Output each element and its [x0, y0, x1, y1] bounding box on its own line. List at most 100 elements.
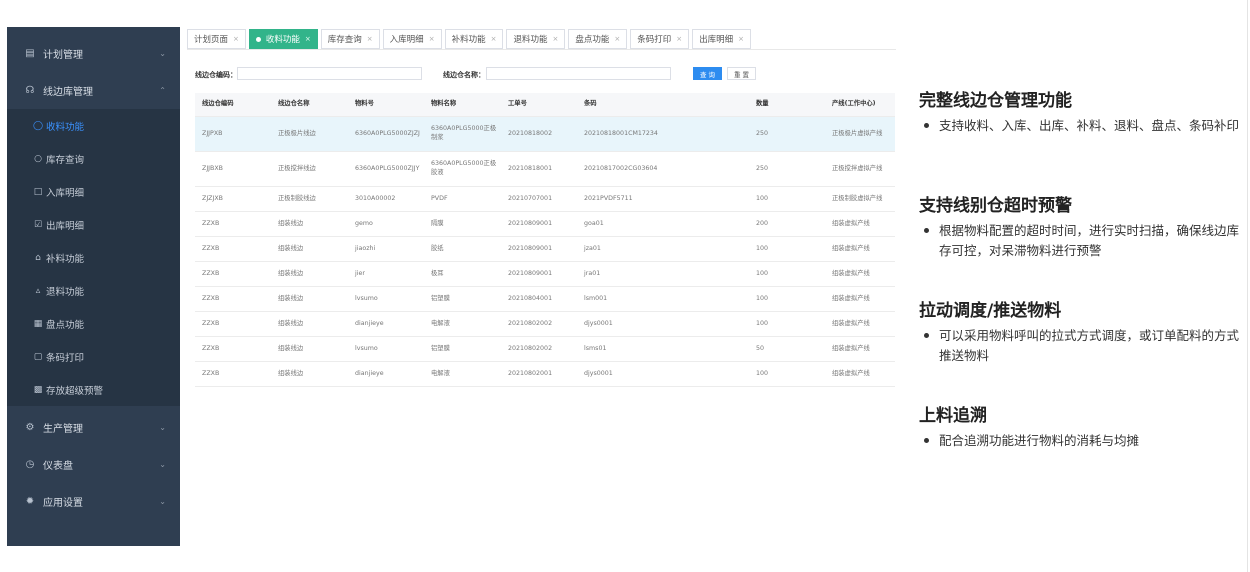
table-cell: ZZXB — [202, 319, 220, 327]
close-icon[interactable]: × — [738, 35, 744, 43]
tab-inventory[interactable]: 盘点功能 × — [568, 29, 628, 49]
sidebar-menu-lineside[interactable]: ☊ 线边库管理 ⌃ — [7, 72, 180, 108]
sidebar-item-replenish[interactable]: ⌂ 补料功能 — [7, 241, 180, 274]
bullet-dot-icon — [924, 438, 929, 443]
sidebar-menu-dashboard[interactable]: ◷ 仪表盘 ⌄ — [7, 446, 180, 482]
table-cell: goa01 — [584, 219, 604, 227]
sidebar-menu-label: 应用设置 — [43, 497, 83, 509]
chevron-down-icon: ⌄ — [159, 422, 166, 432]
name-filter-label: 线边仓名称： — [443, 71, 485, 79]
tab-receive[interactable]: 收料功能 × — [248, 29, 318, 49]
table-row[interactable]: ZJZJXB 正极制胶线边 3010A00002 PVDF 20210707001 202… — [195, 187, 895, 212]
tab-divider — [187, 49, 896, 50]
tab-plan[interactable]: 计划页面 × — [187, 29, 246, 49]
table-row[interactable]: ZZXB 组装线边 lvsumo 铝塑膜 20210804001 lsm001 100 组装虚… — [195, 287, 895, 312]
table-cell: 极耳 — [431, 269, 444, 277]
table-row[interactable]: ZZXB 组装线边 dianjieye 电解液 20210802002 djys0001 1… — [195, 312, 895, 337]
checkbox-icon: ☑ — [33, 219, 43, 230]
page-border-line — [1247, 0, 1248, 572]
sidebar-menu-plan[interactable]: ▤ 计划管理 ⌄ — [7, 35, 180, 71]
tab-replenish[interactable]: 补料功能 × — [444, 29, 504, 49]
table-cell: 组装线边 — [278, 244, 304, 252]
column-header: 物料名称 — [431, 100, 457, 108]
table-cell: 200 — [756, 219, 769, 227]
table-cell: 20210809001 — [508, 219, 553, 227]
close-icon[interactable]: × — [552, 35, 558, 43]
table-cell: 组装虚拟产线 — [832, 369, 870, 377]
sidebar-item-inbound[interactable]: □ 入库明细 — [7, 175, 180, 208]
code-filter-input[interactable] — [237, 67, 422, 80]
table-row[interactable]: ZJJBXB 正极搅拌线边 6360A0PLG5000ZJJY 6360A0PLG50… — [195, 152, 895, 187]
feature-title: 上料追溯 — [919, 406, 987, 426]
table-cell: ZJJPXB — [202, 129, 223, 137]
message-icon: ▢ — [33, 351, 43, 362]
table-cell: 20210707001 — [508, 194, 553, 202]
table-cell: 100 — [756, 294, 769, 302]
close-icon[interactable]: × — [233, 35, 239, 43]
close-icon[interactable]: × — [676, 35, 682, 43]
feature-bullet: 根据物料配置的超时时间，进行实时扫描，确保线边库存可控，对呆滞物料进行预警 — [924, 221, 1240, 261]
sidebar-item-stock[interactable]: ○ 库存查询 — [7, 142, 180, 175]
sidebar-item-barcode[interactable]: ▢ 条码打印 — [7, 340, 180, 373]
reset-button[interactable]: 重 置 — [727, 67, 756, 80]
table-cell: 20210818001 — [508, 164, 553, 172]
table-cell: 20210809001 — [508, 269, 553, 277]
table-body: ZJJPXB 正极极片线边 6360A0PLG5000ZJZJ 6360A0PLG50… — [195, 117, 895, 387]
home-icon: ⌂ — [35, 252, 41, 263]
sidebar-item-label: 库存查询 — [46, 154, 85, 166]
close-icon[interactable]: × — [614, 35, 620, 43]
table-cell: 组装线边 — [278, 269, 304, 277]
gauge-icon: ◷ — [25, 458, 35, 470]
table-cell: 100 — [756, 319, 769, 327]
table-row[interactable]: ZZXB 组装线边 jier 极耳 20210809001 jra01 100 组装虚拟产线 — [195, 262, 895, 287]
tab-inbound[interactable]: 入库明细 × — [382, 29, 442, 49]
sidebar-item-receive[interactable]: ◯ 收料功能 — [7, 109, 180, 142]
table-cell: 20210818001CM17234 — [584, 129, 658, 137]
table-cell: lsm001 — [584, 294, 608, 302]
close-icon[interactable]: × — [305, 35, 311, 43]
receive-icon: ◯ — [33, 120, 44, 131]
tab-barcode[interactable]: 条码打印 × — [630, 29, 690, 49]
table-row[interactable]: ZZXB 组装线边 gemo 隔膜 20210809001 goa01 200 组装虚拟产线 — [195, 212, 895, 237]
sidebar-item-outbound[interactable]: ☑ 出库明细 — [7, 208, 180, 241]
tab-return[interactable]: 退料功能 × — [506, 29, 566, 49]
column-header: 线边仓编码 — [202, 100, 234, 108]
table-row[interactable]: ZJJPXB 正极极片线边 6360A0PLG5000ZJZJ 6360A0PLG50… — [195, 117, 895, 152]
sidebar-menu-label: 线边库管理 — [43, 86, 93, 98]
tab-stock[interactable]: 库存查询 × — [320, 29, 380, 49]
table-cell: 250 — [756, 164, 769, 172]
tab-outbound[interactable]: 出库明细 × — [692, 29, 752, 49]
sidebar-item-return[interactable]: ▵ 退料功能 — [7, 274, 180, 307]
query-button[interactable]: 查 询 — [693, 67, 722, 80]
close-icon[interactable]: × — [429, 35, 435, 43]
sidebar-item-label: 补料功能 — [46, 253, 85, 265]
tab-label: 入库明细 — [389, 35, 424, 45]
bullet-dot-icon — [924, 333, 929, 338]
sidebar-item-label: 条码打印 — [46, 352, 85, 364]
table-row[interactable]: ZZXB 组装线边 dianjieye 电解液 20210802001 djys0001 1… — [195, 362, 895, 387]
sidebar-item-inventory[interactable]: ▦ 盘点功能 — [7, 307, 180, 340]
table-cell: 隔膜 — [431, 219, 444, 227]
name-filter-input[interactable] — [486, 67, 671, 80]
feature-text: 可以采用物料呼叫的拉式方式调度，或订单配料的方式推送物料 — [939, 328, 1240, 363]
sidebar-menu-settings[interactable]: ✹ 应用设置 ⌄ — [7, 483, 180, 519]
close-icon[interactable]: × — [367, 35, 373, 43]
table-cell: 组装线边 — [278, 369, 304, 377]
table-cell: djys0001 — [584, 369, 613, 377]
table-cell: ZJZJXB — [202, 194, 223, 202]
close-icon[interactable]: × — [491, 35, 497, 43]
chevron-down-icon: ⌄ — [159, 496, 166, 506]
table-cell: 100 — [756, 244, 769, 252]
table-cell: 50 — [756, 344, 765, 352]
feature-text: 配合追溯功能进行物料的消耗与均摊 — [939, 433, 1140, 448]
sidebar-item-overstock-alert[interactable]: ▩ 存放超级预警 — [7, 373, 180, 406]
table-cell: 20210817002CG03604 — [584, 164, 658, 172]
table-cell: 2021PVDF5711 — [584, 194, 633, 202]
sidebar-menu-production[interactable]: ⚙ 生产管理 ⌄ — [7, 409, 180, 445]
table-row[interactable]: ZZXB 组装线边 lvsumo 铝塑膜 20210802002 lsms01 50 组装虚拟… — [195, 337, 895, 362]
table-row[interactable]: ZZXB 组装线边 jiaozhi 胶纸 20210809001 jza01 100 组装虚拟… — [195, 237, 895, 262]
column-header: 工单号 — [508, 100, 527, 108]
chart-icon: ▩ — [33, 384, 43, 395]
sidebar: ▤ 计划管理 ⌄ ☊ 线边库管理 ⌃ ◯ 收料功能 ○ 库存查询 □ 入库明细 … — [7, 27, 180, 546]
stock-icon: ○ — [34, 153, 42, 164]
